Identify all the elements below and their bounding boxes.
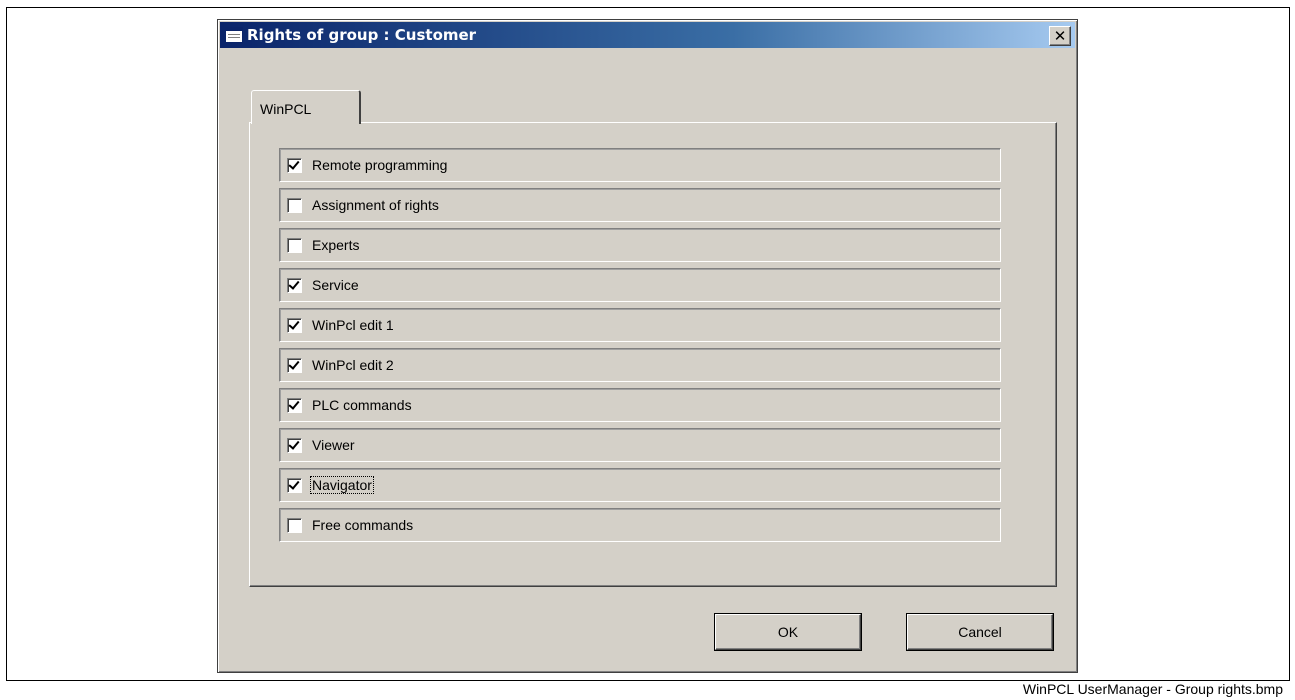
checkbox-winpcl-edit-2[interactable] (287, 357, 302, 373)
right-row-free-commands[interactable]: Free commands (279, 508, 1001, 542)
right-row-viewer[interactable]: Viewer (279, 428, 1001, 462)
cancel-button[interactable]: Cancel (907, 614, 1053, 650)
right-row-winpcl-edit-2[interactable]: WinPcl edit 2 (279, 348, 1001, 382)
right-label: Free commands (312, 517, 414, 533)
right-label: WinPcl edit 2 (312, 357, 394, 373)
right-row-plc-commands[interactable]: PLC commands (279, 388, 1001, 422)
title-bar[interactable]: Rights of group : Customer ✕ (220, 22, 1075, 48)
checkbox-free-commands[interactable] (287, 517, 302, 533)
right-label: WinPcl edit 1 (312, 317, 394, 333)
right-row-remote-programming[interactable]: Remote programming (279, 148, 1001, 182)
right-label: Assignment of rights (312, 197, 439, 213)
window-icon (225, 27, 243, 43)
dialog-title: Rights of group : Customer (247, 26, 477, 44)
right-row-experts[interactable]: Experts (279, 228, 1001, 262)
tab-label: WinPCL (260, 101, 312, 117)
right-label: PLC commands (312, 397, 412, 413)
tab-winpcl[interactable]: WinPCL (251, 90, 361, 124)
right-row-assignment-of-rights[interactable]: Assignment of rights (279, 188, 1001, 222)
checkbox-remote-programming[interactable] (287, 157, 302, 173)
right-row-winpcl-edit-1[interactable]: WinPcl edit 1 (279, 308, 1001, 342)
checkbox-service[interactable] (287, 277, 302, 293)
close-icon: ✕ (1053, 26, 1067, 45)
checkbox-winpcl-edit-1[interactable] (287, 317, 302, 333)
rights-dialog: Rights of group : Customer ✕ WinPCL Remo… (217, 19, 1078, 673)
right-row-navigator[interactable]: Navigator (279, 468, 1001, 502)
checkbox-navigator[interactable] (287, 477, 302, 493)
right-label: Remote programming (312, 157, 448, 173)
checkbox-experts[interactable] (287, 237, 302, 253)
figure-caption: WinPCL UserManager - Group rights.bmp (1022, 681, 1283, 697)
right-label: Experts (312, 237, 360, 253)
right-row-service[interactable]: Service (279, 268, 1001, 302)
right-label: Service (312, 277, 359, 293)
checkbox-plc-commands[interactable] (287, 397, 302, 413)
close-button[interactable]: ✕ (1049, 26, 1071, 46)
checkbox-viewer[interactable] (287, 437, 302, 453)
rights-list: Remote programming Assignment of rights … (279, 148, 1001, 548)
right-label: Viewer (312, 437, 355, 453)
right-label: Navigator (310, 476, 374, 494)
ok-button[interactable]: OK (715, 614, 861, 650)
checkbox-assignment-of-rights[interactable] (287, 197, 302, 213)
